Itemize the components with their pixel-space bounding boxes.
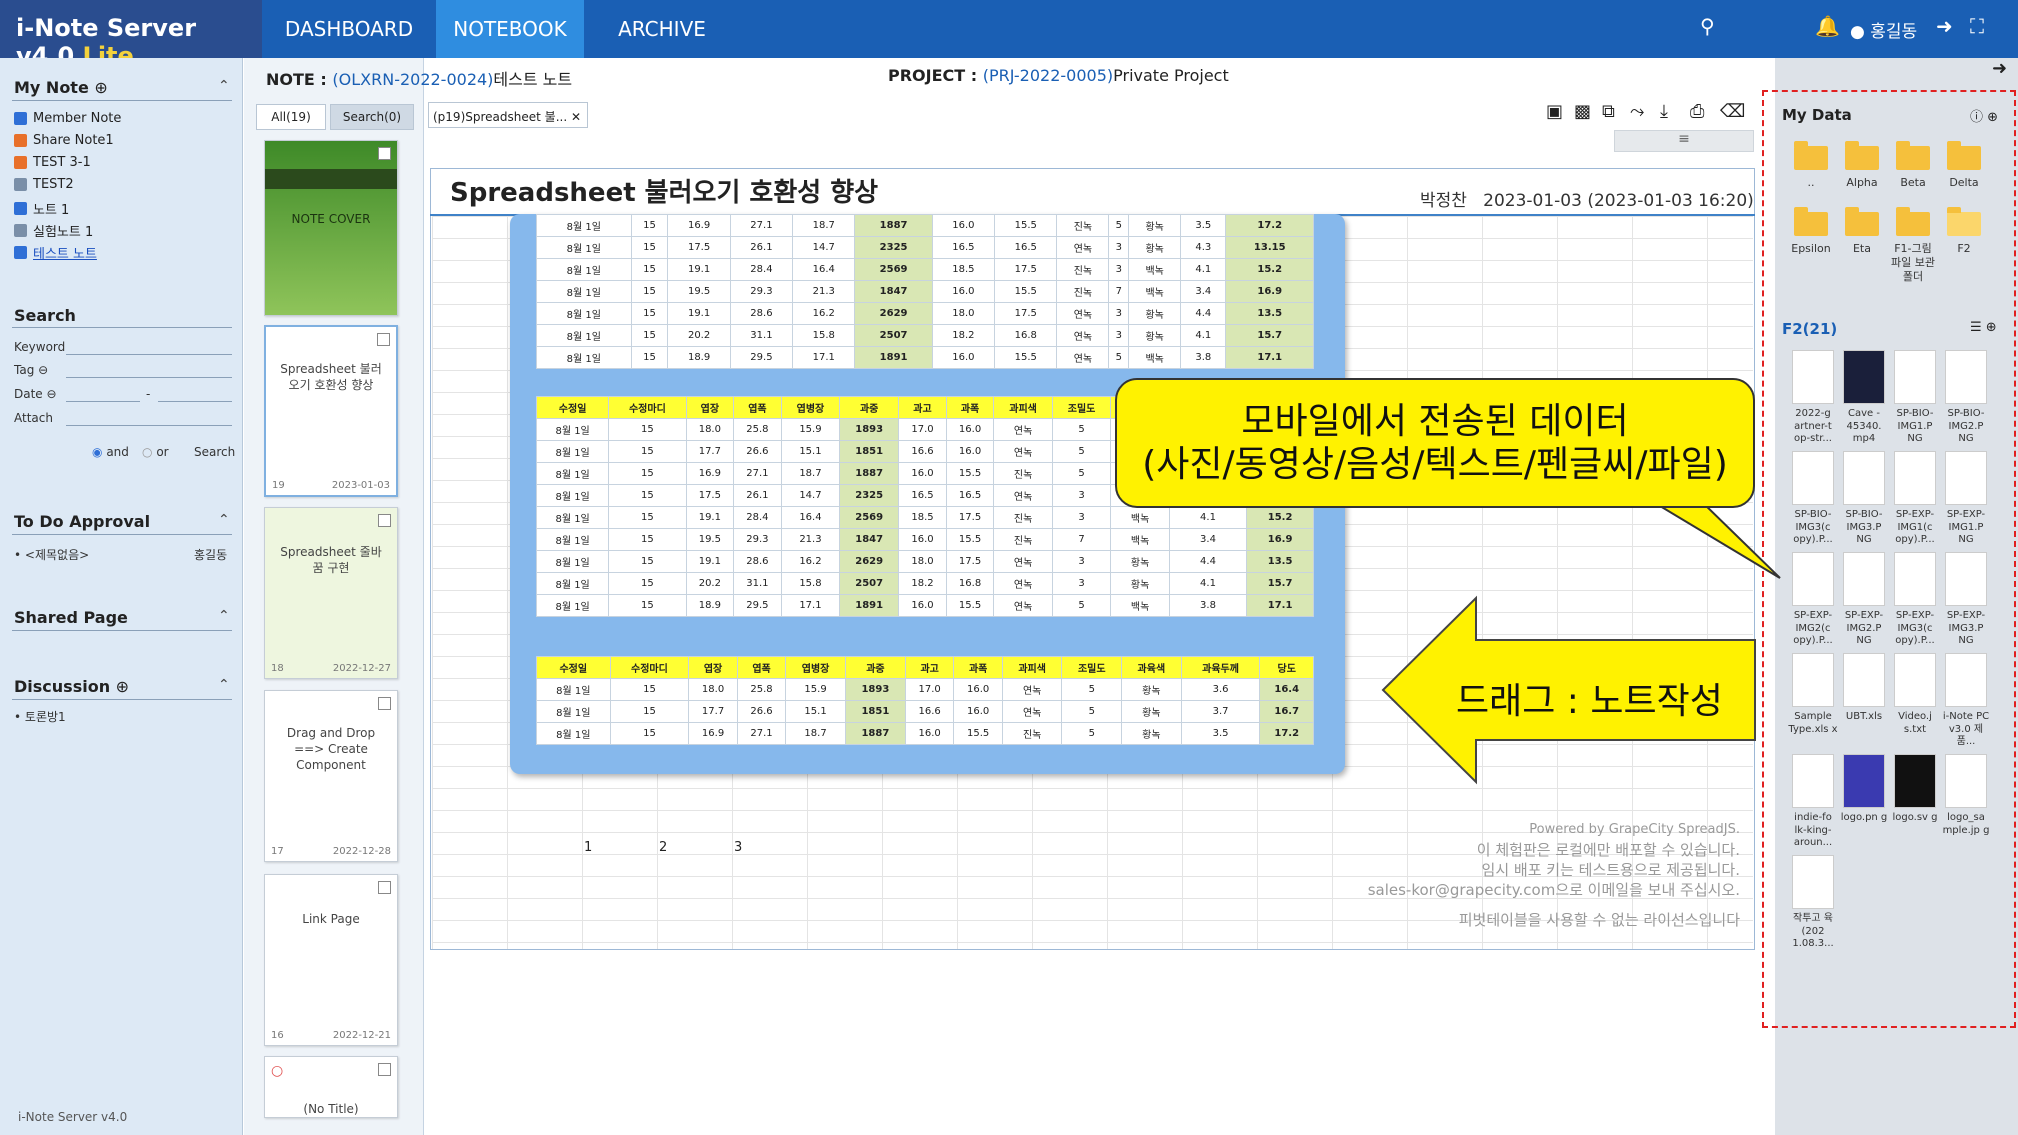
data-callout: 모바일에서 전송된 데이터 (사진/동영상/음성/텍스트/펜글씨/파일) bbox=[1115, 378, 1755, 508]
callout-line: (사진/동영상/음성/텍스트/펜글씨/파일) bbox=[1142, 444, 1728, 486]
drag-label: 드래그 : 노트작성 bbox=[1456, 681, 1723, 722]
annotation-svg bbox=[1381, 499, 1781, 785]
callout-tail bbox=[1646, 499, 1781, 579]
callout-line: 모바일에서 전송된 데이터 bbox=[1241, 401, 1629, 442]
